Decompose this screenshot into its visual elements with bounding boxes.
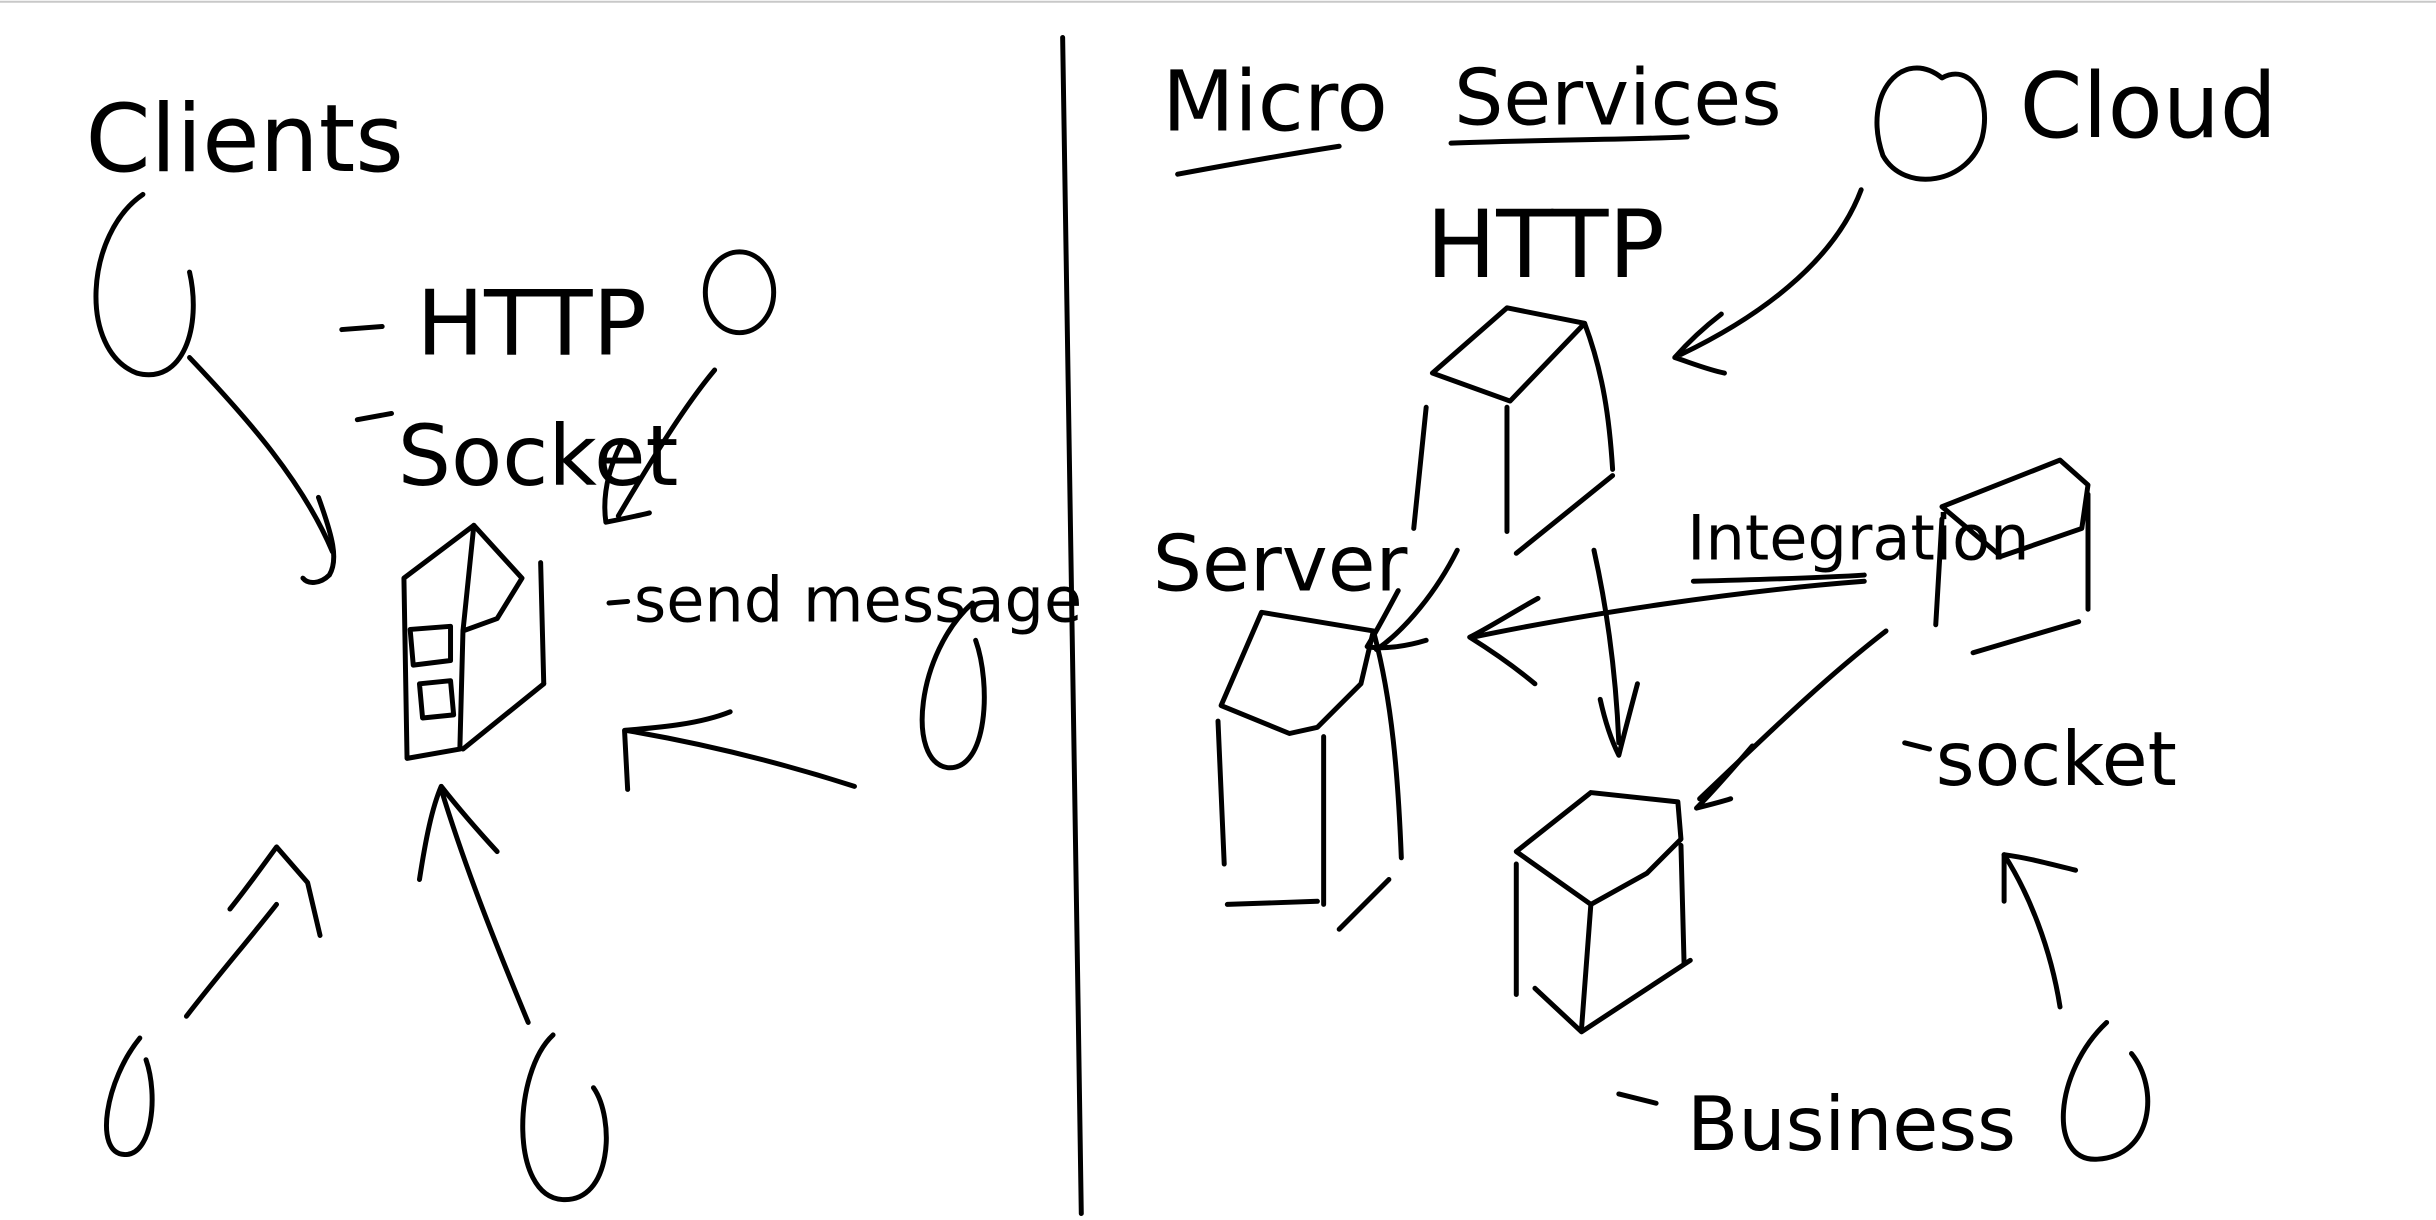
whiteboard-drawing: Clients HTTP Socket send message Micro S… bbox=[0, 0, 2436, 1217]
bullet-dash-http bbox=[339, 323, 385, 333]
client-circle-top-left bbox=[93, 191, 196, 378]
http-gateway-box bbox=[1411, 305, 1616, 556]
arrow-head-bottom bbox=[416, 783, 500, 883]
send-message-label: send message bbox=[634, 564, 1082, 637]
arrow-head-bottom-left bbox=[227, 844, 323, 938]
bullet-dash-business bbox=[1616, 1091, 1659, 1106]
bullet-dash-socket-right bbox=[1902, 740, 1933, 752]
client-circle-bottom-left bbox=[104, 1035, 155, 1158]
arrow-client-top-left bbox=[187, 355, 335, 555]
arrow-head-right bbox=[622, 709, 733, 792]
arrow-head-integration-business bbox=[1694, 743, 1755, 811]
title-services: Services bbox=[1454, 54, 1781, 144]
server-box-right bbox=[1215, 609, 1404, 932]
arrow-client-bottom bbox=[438, 786, 531, 1025]
http-label-right: HTTP bbox=[1426, 190, 1665, 299]
bullet-dash-send bbox=[606, 598, 631, 606]
bullet-dash-socket bbox=[354, 410, 394, 423]
socket-label-right: socket bbox=[1936, 716, 2177, 803]
client-circle-bottom bbox=[520, 1032, 609, 1203]
arrow-integration-server bbox=[1470, 578, 1867, 640]
arrow-http-business bbox=[1591, 547, 1622, 746]
arrow-client-bottom-left bbox=[183, 901, 280, 1019]
arrow-head-top-left bbox=[300, 494, 337, 585]
clients-title: Clients bbox=[85, 84, 403, 193]
central-server bbox=[401, 522, 547, 761]
whiteboard-canvas[interactable]: Clients HTTP Socket send message Micro S… bbox=[0, 0, 2436, 1220]
client-circle-right-panel bbox=[2060, 1019, 2151, 1162]
cloud-label: Cloud bbox=[2020, 54, 2277, 159]
arrow-client-socket bbox=[2001, 852, 2063, 1010]
underline-integration bbox=[1690, 572, 1867, 584]
cloud-circle bbox=[1874, 65, 1987, 182]
arrow-head-integration-server bbox=[1467, 595, 1541, 687]
http-label-left: HTTP bbox=[416, 271, 647, 376]
client-circle-top-right bbox=[702, 249, 777, 336]
socket-label-left: Socket bbox=[398, 407, 679, 505]
title-micro: Micro bbox=[1162, 53, 1388, 151]
business-box bbox=[1513, 790, 1693, 1035]
arrow-client-right bbox=[623, 727, 857, 789]
arrow-cloud-http bbox=[1678, 187, 1864, 357]
arrow-head-client-socket bbox=[2001, 852, 2079, 904]
business-label: Business bbox=[1687, 1081, 2016, 1168]
server-label: Server bbox=[1153, 520, 1408, 610]
